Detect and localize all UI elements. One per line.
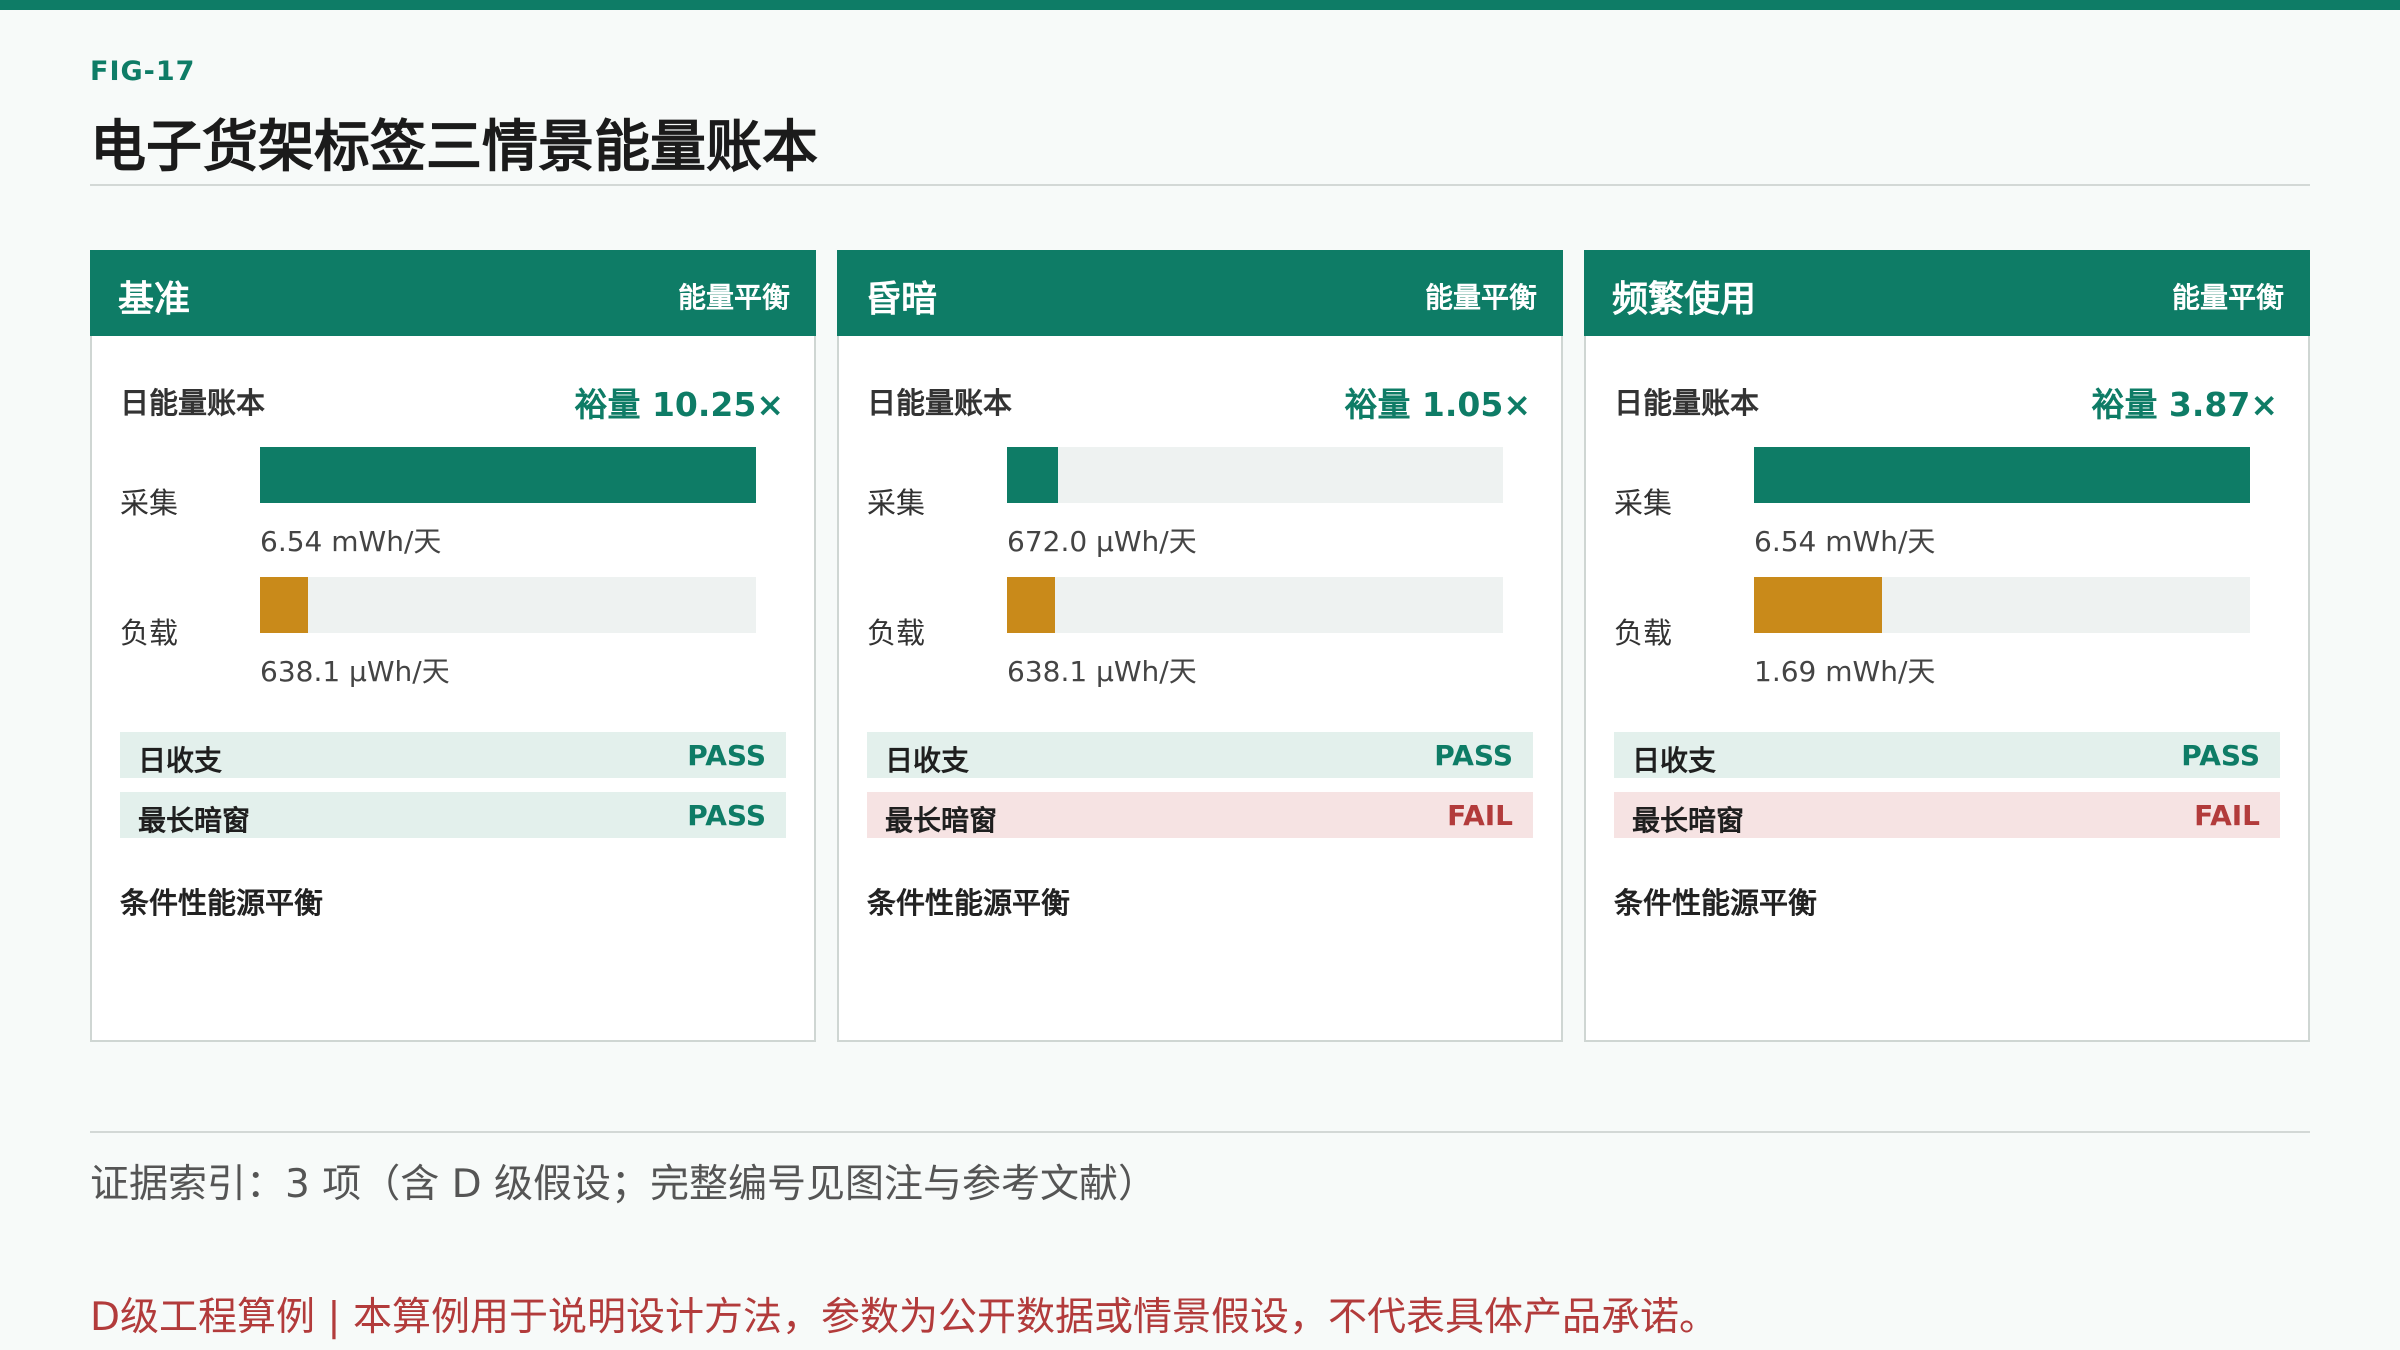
scenario-card: 昏暗 能量平衡 日能量账本 裕量 1.05× 采集 672.0 μWh/天 负载…: [837, 250, 1563, 1042]
scenario-name: 基准: [118, 279, 191, 320]
daily-balance-row: 日收支 PASS: [1614, 732, 2280, 778]
scenario-card-header: 基准 能量平衡: [90, 250, 816, 336]
dark-window-label: 最长暗窗: [1632, 804, 1745, 837]
load-bar-track: [260, 577, 756, 633]
dark-window-label: 最长暗窗: [138, 804, 251, 837]
scenario-card: 基准 能量平衡 日能量账本 裕量 10.25× 采集 6.54 mWh/天 负载…: [90, 250, 816, 1042]
dark-window-label: 最长暗窗: [885, 804, 998, 837]
dark-window-row: 最长暗窗 FAIL: [867, 792, 1533, 838]
dark-window-row: 最长暗窗 FAIL: [1614, 792, 2280, 838]
daily-balance-status: PASS: [2181, 739, 2260, 772]
dark-window-status: PASS: [687, 799, 766, 832]
scenario-tag: 能量平衡: [2171, 281, 2284, 314]
load-label: 负载: [1614, 616, 1673, 650]
dark-window-row: 最长暗窗 PASS: [120, 792, 786, 838]
harvest-label: 采集: [867, 486, 926, 520]
harvest-label: 采集: [1614, 486, 1673, 520]
scenario-card: 频繁使用 能量平衡 日能量账本 裕量 3.87× 采集 6.54 mWh/天 负…: [1584, 250, 2310, 1042]
harvest-label: 采集: [120, 486, 179, 520]
scenario-name: 昏暗: [865, 279, 938, 320]
daily-balance-label: 日收支: [1632, 744, 1717, 777]
load-value: 638.1 μWh/天: [1007, 655, 1197, 688]
dark-window-status: FAIL: [1447, 799, 1513, 832]
load-bar-fill: [1007, 577, 1056, 633]
load-label: 负载: [120, 616, 179, 650]
harvest-value: 672.0 μWh/天: [1007, 525, 1197, 558]
harvest-value: 6.54 mWh/天: [260, 525, 442, 558]
daily-balance-status: PASS: [687, 739, 766, 772]
harvest-bar-track: [260, 447, 756, 503]
scenario-cards: 基准 能量平衡 日能量账本 裕量 10.25× 采集 6.54 mWh/天 负载…: [90, 250, 2312, 1042]
harvest-bar-track: [1007, 447, 1503, 503]
disclaimer: D级工程算例 | 本算例用于说明设计方法，参数为公开数据或情景假设，不代表具体产…: [90, 1295, 1718, 1340]
load-value: 638.1 μWh/天: [260, 655, 450, 688]
top-accent-bar: [0, 0, 2400, 10]
load-label: 负载: [867, 616, 926, 650]
margin-value: 裕量 3.87×: [2091, 385, 2278, 424]
margin-value: 裕量 10.25×: [574, 385, 784, 424]
title-divider: [90, 184, 2310, 186]
load-value: 1.69 mWh/天: [1754, 655, 1936, 688]
daily-balance-label: 日收支: [138, 744, 223, 777]
harvest-bar-fill: [1007, 447, 1058, 503]
load-bar-track: [1007, 577, 1503, 633]
daily-balance-row: 日收支 PASS: [120, 732, 786, 778]
ledger-label: 日能量账本: [120, 386, 266, 420]
scenario-card-header: 频繁使用 能量平衡: [1584, 250, 2310, 336]
condition-note: 条件性能源平衡: [120, 886, 324, 920]
daily-balance-status: PASS: [1434, 739, 1513, 772]
condition-note: 条件性能源平衡: [867, 886, 1071, 920]
scenario-tag: 能量平衡: [677, 281, 790, 314]
harvest-bar-fill: [260, 447, 756, 503]
scenario-tag: 能量平衡: [1424, 281, 1537, 314]
evidence-index: 证据索引：3 项（含 D 级假设；完整编号见图注与参考文献）: [90, 1162, 1158, 1207]
load-bar-fill: [1754, 577, 1883, 633]
load-bar-fill: [260, 577, 309, 633]
page-title: 电子货架标签三情景能量账本: [90, 115, 818, 180]
condition-note: 条件性能源平衡: [1614, 886, 1818, 920]
daily-balance-row: 日收支 PASS: [867, 732, 1533, 778]
footer-divider: [90, 1131, 2310, 1133]
figure-id: FIG-17: [90, 56, 196, 87]
harvest-bar-fill: [1754, 447, 2250, 503]
harvest-value: 6.54 mWh/天: [1754, 525, 1936, 558]
ledger-label: 日能量账本: [867, 386, 1013, 420]
dark-window-status: FAIL: [2194, 799, 2260, 832]
load-bar-track: [1754, 577, 2250, 633]
margin-value: 裕量 1.05×: [1344, 385, 1531, 424]
scenario-name: 频繁使用: [1612, 279, 1757, 320]
ledger-label: 日能量账本: [1614, 386, 1760, 420]
harvest-bar-track: [1754, 447, 2250, 503]
daily-balance-label: 日收支: [885, 744, 970, 777]
scenario-card-header: 昏暗 能量平衡: [837, 250, 1563, 336]
